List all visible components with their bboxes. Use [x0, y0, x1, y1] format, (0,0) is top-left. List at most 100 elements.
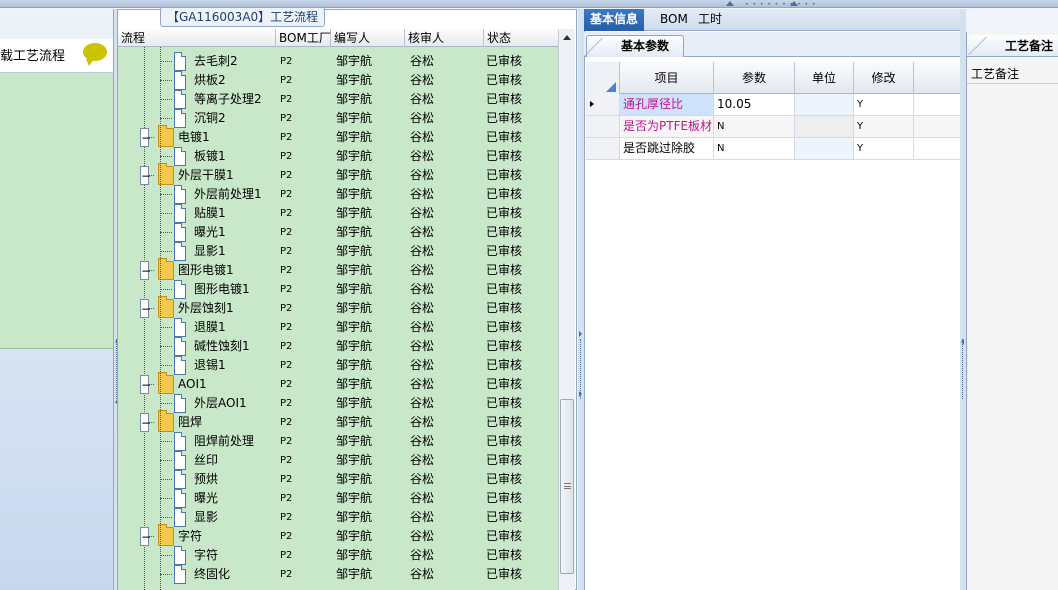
writer-cell[interactable]: 邹宇航	[336, 470, 372, 489]
flow-name-cell[interactable]: 烘板2	[194, 71, 226, 90]
status-cell[interactable]: 已审核	[486, 128, 522, 147]
status-cell[interactable]: 已审核	[486, 242, 522, 261]
tab-process-remarks[interactable]: 工艺备注	[967, 35, 1058, 57]
tab-bom[interactable]: BOM	[654, 9, 694, 31]
reviewer-cell[interactable]: 谷松	[410, 242, 434, 261]
column-header-unit[interactable]: 单位	[795, 62, 854, 94]
column-header-bom-factory[interactable]: BOM工厂	[276, 29, 331, 47]
status-cell[interactable]: 已审核	[486, 527, 522, 546]
writer-cell[interactable]: 邹宇航	[336, 299, 372, 318]
tree-step-row[interactable]: 预烘 P2 邹宇航 谷松 已审核	[118, 470, 558, 489]
flow-tree-grid[interactable]: 去毛刺2 P2 邹宇航 谷松 已审核 烘板2 P2 邹宇航 谷松 已审核 等离子处理2 P2 邹宇航 谷松…	[118, 47, 558, 590]
bom-factory-cell[interactable]: P2	[280, 337, 292, 356]
reviewer-cell[interactable]: 谷松	[410, 128, 434, 147]
tree-step-row[interactable]: 碱性蚀刻1 P2 邹宇航 谷松 已审核	[118, 337, 558, 356]
writer-cell[interactable]: 邹宇航	[336, 413, 372, 432]
tree-group-row[interactable]: − 图形电镀1 P2 邹宇航 谷松 已审核	[118, 258, 558, 280]
param-modify-cell[interactable]: Y	[854, 116, 914, 137]
writer-cell[interactable]: 邹宇航	[336, 185, 372, 204]
collapse-node-icon[interactable]: −	[140, 413, 151, 432]
flow-name-cell[interactable]: 外层蚀刻1	[178, 299, 234, 318]
flow-name-cell[interactable]: 图形电镀1	[194, 280, 250, 299]
flow-name-cell[interactable]: 预烘	[194, 470, 218, 489]
tree-step-row[interactable]: 沉铜2 P2 邹宇航 谷松 已审核	[118, 109, 558, 128]
status-cell[interactable]: 已审核	[486, 489, 522, 508]
column-header-reviewer[interactable]: 核审人	[405, 29, 484, 47]
tree-group-row[interactable]: − 阻焊 P2 邹宇航 谷松 已审核	[118, 410, 558, 432]
tree-step-row[interactable]: 退膜1 P2 邹宇航 谷松 已审核	[118, 318, 558, 337]
status-cell[interactable]: 已审核	[486, 451, 522, 470]
reviewer-cell[interactable]: 谷松	[410, 394, 434, 413]
bom-factory-cell[interactable]: P2	[280, 375, 292, 394]
flow-name-cell[interactable]: 外层干膜1	[178, 166, 234, 185]
row-indicator[interactable]	[586, 138, 620, 159]
flow-name-cell[interactable]: 曝光1	[194, 223, 226, 242]
collapse-node-icon[interactable]: −	[140, 299, 151, 318]
tree-group-row[interactable]: − 外层干膜1 P2 邹宇航 谷松 已审核	[118, 163, 558, 185]
load-flow-item[interactable]: 载工艺流程	[0, 39, 113, 73]
tree-step-row[interactable]: 字符 P2 邹宇航 谷松 已审核	[118, 546, 558, 565]
flow-name-cell[interactable]: 退膜1	[194, 318, 226, 337]
collapse-node-icon[interactable]: −	[140, 375, 151, 394]
bom-factory-cell[interactable]: P2	[280, 128, 292, 147]
bom-factory-cell[interactable]: P2	[280, 394, 292, 413]
bom-factory-cell[interactable]: P2	[280, 356, 292, 375]
scrollbar-thumb[interactable]	[560, 399, 574, 574]
param-unit-cell[interactable]	[795, 138, 854, 159]
tree-step-row[interactable]: 外层前处理1 P2 邹宇航 谷松 已审核	[118, 185, 558, 204]
writer-cell[interactable]: 邹宇航	[336, 204, 372, 223]
param-value-cell[interactable]: N	[714, 116, 795, 137]
reviewer-cell[interactable]: 谷松	[410, 413, 434, 432]
status-cell[interactable]: 已审核	[486, 413, 522, 432]
reviewer-cell[interactable]: 谷松	[410, 185, 434, 204]
collapse-up-icon[interactable]	[726, 1, 734, 6]
collapse-node-icon[interactable]: −	[140, 261, 151, 280]
flow-name-cell[interactable]: 去毛刺2	[194, 52, 238, 71]
writer-cell[interactable]: 邹宇航	[336, 508, 372, 527]
status-cell[interactable]: 已审核	[486, 375, 522, 394]
tree-step-row[interactable]: 退锡1 P2 邹宇航 谷松 已审核	[118, 356, 558, 375]
writer-cell[interactable]: 邹宇航	[336, 546, 372, 565]
column-header-flow[interactable]: 流程	[118, 29, 276, 47]
bom-factory-cell[interactable]: P2	[280, 451, 292, 470]
reviewer-cell[interactable]: 谷松	[410, 280, 434, 299]
status-cell[interactable]: 已审核	[486, 166, 522, 185]
row-indicator[interactable]	[586, 116, 620, 137]
bom-factory-cell[interactable]: P2	[280, 470, 292, 489]
status-cell[interactable]: 已审核	[486, 147, 522, 166]
reviewer-cell[interactable]: 谷松	[410, 71, 434, 90]
collapse-left-icon[interactable]	[961, 339, 964, 345]
tree-step-row[interactable]: 外层AOI1 P2 邹宇航 谷松 已审核	[118, 394, 558, 413]
collapse-right-icon[interactable]	[579, 331, 582, 337]
status-cell[interactable]: 已审核	[486, 394, 522, 413]
reviewer-cell[interactable]: 谷松	[410, 508, 434, 527]
writer-cell[interactable]: 邹宇航	[336, 318, 372, 337]
speech-bubble-icon[interactable]	[83, 43, 107, 66]
tree-step-row[interactable]: 板镀1 P2 邹宇航 谷松 已审核	[118, 147, 558, 166]
writer-cell[interactable]: 邹宇航	[336, 280, 372, 299]
status-cell[interactable]: 已审核	[486, 280, 522, 299]
writer-cell[interactable]: 邹宇航	[336, 223, 372, 242]
tree-step-row[interactable]: 终固化 P2 邹宇航 谷松 已审核	[118, 565, 558, 584]
splitter-grip[interactable]	[580, 339, 582, 399]
param-item-cell[interactable]: 通孔厚径比	[620, 94, 714, 115]
tree-step-row[interactable]: 曝光 P2 邹宇航 谷松 已审核	[118, 489, 558, 508]
writer-cell[interactable]: 邹宇航	[336, 52, 372, 71]
status-cell[interactable]: 已审核	[486, 109, 522, 128]
reviewer-cell[interactable]: 谷松	[410, 565, 434, 584]
param-row[interactable]: 通孔厚径比 10.05 Y	[586, 94, 960, 116]
writer-cell[interactable]: 邹宇航	[336, 432, 372, 451]
flow-name-cell[interactable]: 外层AOI1	[194, 394, 247, 413]
flow-name-cell[interactable]: 阻焊前处理	[194, 432, 254, 451]
subtab-basic-params[interactable]: 基本参数	[586, 35, 684, 57]
flow-name-cell[interactable]: AOI1	[178, 375, 207, 394]
bom-factory-cell[interactable]: P2	[280, 109, 292, 128]
status-cell[interactable]: 已审核	[486, 508, 522, 527]
column-header-status[interactable]: 状态	[484, 29, 558, 47]
status-cell[interactable]: 已审核	[486, 337, 522, 356]
writer-cell[interactable]: 邹宇航	[336, 242, 372, 261]
tree-step-row[interactable]: 丝印 P2 邹宇航 谷松 已审核	[118, 451, 558, 470]
reviewer-cell[interactable]: 谷松	[410, 204, 434, 223]
status-cell[interactable]: 已审核	[486, 565, 522, 584]
reviewer-cell[interactable]: 谷松	[410, 546, 434, 565]
